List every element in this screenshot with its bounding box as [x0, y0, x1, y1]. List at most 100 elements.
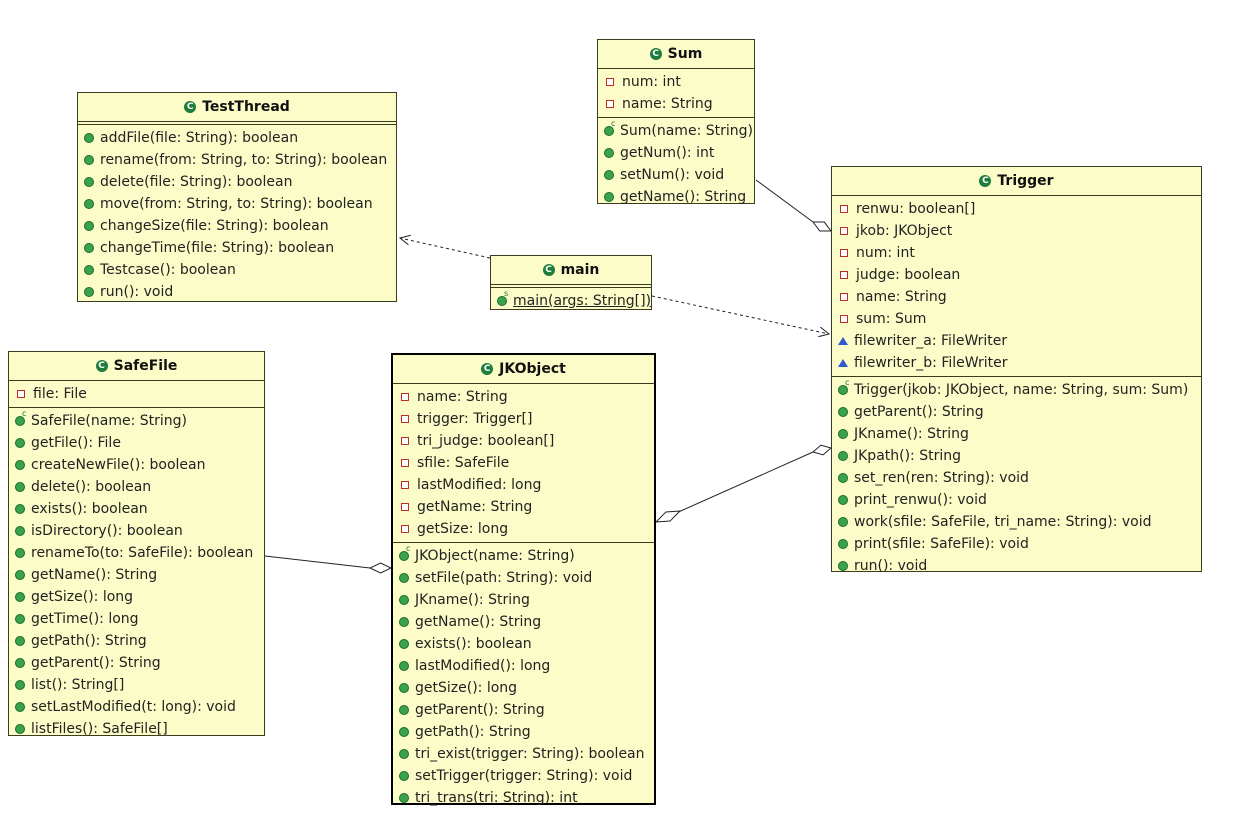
field-row[interactable]: getName: String [393, 496, 654, 518]
method-row[interactable]: JKname(): String [832, 423, 1201, 445]
method-row[interactable]: listFiles(): SafeFile[] [9, 718, 264, 740]
method-row[interactable]: delete(): boolean [9, 476, 264, 498]
class-box-main[interactable]: Cmain main(args: String[]) [490, 255, 652, 310]
methods-section: addFile(file: String): boolean rename(fro… [78, 125, 396, 305]
method-row[interactable]: run(): void [78, 281, 396, 303]
method-row[interactable]: main(args: String[]) [491, 290, 651, 312]
method-row[interactable]: getParent(): String [393, 699, 654, 721]
aggregation-relation[interactable] [755, 179, 833, 232]
method-row[interactable]: addFile(file: String): boolean [78, 127, 396, 149]
field-row[interactable]: lastModified: long [393, 474, 654, 496]
class-box-sum[interactable]: C Sum num: int name: String Sum(name: String… [597, 39, 755, 205]
public-visibility-icon [15, 526, 25, 536]
method-text: delete(): boolean [31, 479, 152, 495]
method-row[interactable]: setLastModified(t: long): void [9, 696, 264, 718]
field-row[interactable]: filewriter_a: FileWriter [832, 330, 1201, 352]
method-row[interactable]: Sum(name: String) [598, 120, 754, 142]
class-box-safe-file[interactable]: C SafeFile file: File SafeFile(name: String… [8, 351, 265, 737]
method-row[interactable]: JKpath(): String [832, 445, 1201, 467]
field-row[interactable]: file: File [9, 383, 264, 405]
class-header[interactable]: C Sum [598, 40, 754, 69]
method-row[interactable]: getName(): String [598, 186, 754, 208]
field-row[interactable]: sum: Sum [832, 308, 1201, 330]
public-visibility-icon [399, 683, 409, 693]
method-row[interactable]: getSize(): long [9, 586, 264, 608]
field-row[interactable]: filewriter_b: FileWriter [832, 352, 1201, 374]
public-visibility-icon [838, 561, 848, 571]
method-row[interactable]: work(sfile: SafeFile, tri_name: String):… [832, 511, 1201, 533]
method-row[interactable]: exists(): boolean [9, 498, 264, 520]
method-row[interactable]: rename(from: String, to: String): boolea… [78, 149, 396, 171]
method-row[interactable]: run(): void [832, 555, 1201, 577]
method-row[interactable]: getFile(): File [9, 432, 264, 454]
method-text: work(sfile: SafeFile, tri_name: String):… [854, 514, 1152, 530]
method-row[interactable]: move(from: String, to: String): boolean [78, 193, 396, 215]
field-text: file: File [33, 386, 87, 402]
class-header[interactable]: C SafeFile [9, 352, 264, 381]
class-header[interactable]: C Trigger [832, 167, 1201, 196]
method-row[interactable]: tri_trans(tri: String): int [393, 787, 654, 809]
class-box-test-thread[interactable]: C TestThread addFile(file: String): boolea… [77, 92, 397, 302]
field-row[interactable]: jkob: JKObject [832, 220, 1201, 242]
class-box-trigger[interactable]: C Trigger renwu: boolean[] jkob: JKObject nu… [831, 166, 1202, 574]
method-row[interactable]: delete(file: String): boolean [78, 171, 396, 193]
method-row[interactable]: setNum(): void [598, 164, 754, 186]
field-row[interactable]: getSize: long [393, 518, 654, 540]
class-header[interactable]: Cmain [491, 256, 651, 285]
field-row[interactable]: tri_judge: boolean[] [393, 430, 654, 452]
method-row[interactable]: getName(): String [9, 564, 264, 586]
class-header[interactable]: C JKObject [393, 355, 654, 384]
field-row[interactable]: sfile: SafeFile [393, 452, 654, 474]
class-box-jkobject[interactable]: C JKObject name: String trigger: Trigger[] t… [391, 353, 656, 806]
field-row[interactable]: num: int [832, 242, 1201, 264]
method-row[interactable]: lastModified(): long [393, 655, 654, 677]
method-row[interactable]: print(sfile: SafeFile): void [832, 533, 1201, 555]
method-row[interactable]: getSize(): long [393, 677, 654, 699]
field-row[interactable]: name: String [598, 93, 754, 115]
method-row[interactable]: getPath(): String [9, 630, 264, 652]
dependency-relation[interactable] [651, 295, 829, 334]
method-row[interactable]: setFile(path: String): void [393, 567, 654, 589]
class-header[interactable]: C TestThread [78, 93, 396, 122]
class-name: TestThread [202, 99, 290, 115]
method-row[interactable]: getParent(): String [9, 652, 264, 674]
field-row[interactable]: name: String [832, 286, 1201, 308]
method-row[interactable]: tri_exist(trigger: String): boolean [393, 743, 654, 765]
method-text: print(sfile: SafeFile): void [854, 536, 1029, 552]
method-row[interactable]: Testcase(): boolean [78, 259, 396, 281]
dependency-relation[interactable] [400, 238, 491, 259]
method-row[interactable]: getPath(): String [393, 721, 654, 743]
method-row[interactable]: getParent(): String [832, 401, 1201, 423]
method-row[interactable]: getNum(): int [598, 142, 754, 164]
aggregation-diamond [368, 562, 393, 574]
method-row[interactable]: print_renwu(): void [832, 489, 1201, 511]
method-row[interactable]: isDirectory(): boolean [9, 520, 264, 542]
field-row[interactable]: name: String [393, 386, 654, 408]
method-row[interactable]: JKname(): String [393, 589, 654, 611]
field-row[interactable]: renwu: boolean[] [832, 198, 1201, 220]
method-row[interactable]: changeSize(file: String): boolean [78, 215, 396, 237]
method-row[interactable]: getTime(): long [9, 608, 264, 630]
method-row[interactable]: changeTime(file: String): boolean [78, 237, 396, 259]
method-row[interactable]: Trigger(jkob: JKObject, name: String, su… [832, 379, 1201, 401]
aggregation-diamond [811, 221, 833, 232]
aggregation-relation[interactable] [264, 555, 393, 574]
method-row[interactable]: getName(): String [393, 611, 654, 633]
method-text: getParent(): String [415, 702, 545, 718]
method-row[interactable]: exists(): boolean [393, 633, 654, 655]
method-text: list(): String[] [31, 677, 125, 693]
method-row[interactable]: JKObject(name: String) [393, 545, 654, 567]
field-row[interactable]: trigger: Trigger[] [393, 408, 654, 430]
method-row[interactable]: set_ren(ren: String): void [832, 467, 1201, 489]
method-row[interactable]: renameTo(to: SafeFile): boolean [9, 542, 264, 564]
method-row[interactable]: setTrigger(trigger: String): void [393, 765, 654, 787]
class-name: SafeFile [113, 358, 178, 374]
method-row[interactable]: SafeFile(name: String) [9, 410, 264, 432]
method-row[interactable]: list(): String[] [9, 674, 264, 696]
field-row[interactable]: judge: boolean [832, 264, 1201, 286]
aggregation-relation[interactable] [654, 444, 833, 523]
method-text: exists(): boolean [31, 501, 148, 517]
field-row[interactable]: num: int [598, 71, 754, 93]
method-row[interactable]: createNewFile(): boolean [9, 454, 264, 476]
public-visibility-icon [84, 221, 94, 231]
